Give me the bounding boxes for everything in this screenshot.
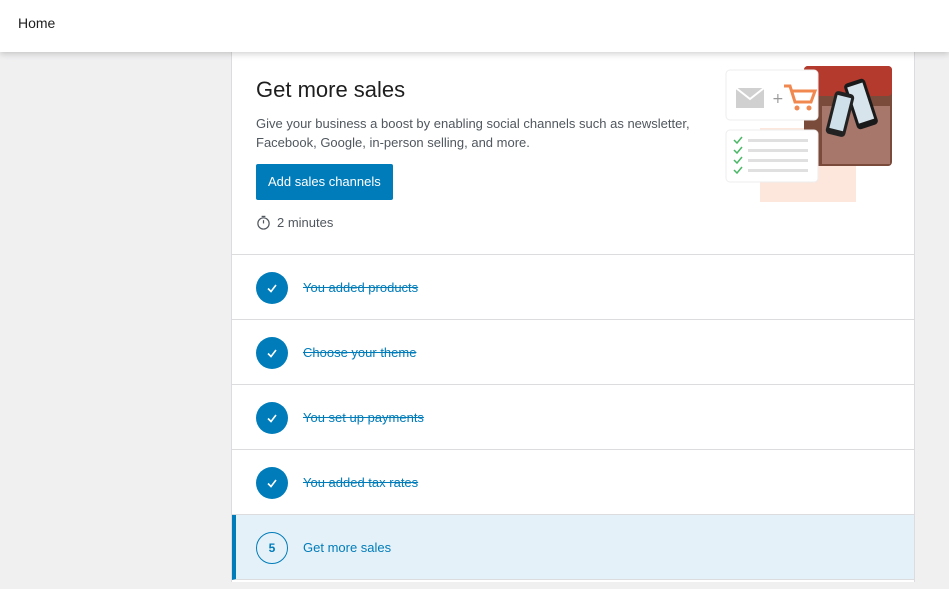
- check-icon: [256, 272, 288, 304]
- task-item-products[interactable]: You added products: [232, 255, 914, 320]
- top-header: Home: [0, 0, 949, 52]
- task-item-theme[interactable]: Choose your theme: [232, 320, 914, 385]
- hero-description: Give your business a boost by enabling s…: [256, 116, 690, 150]
- sales-illustration: +: [725, 66, 892, 202]
- task-hero: Get more sales Give your business a boos…: [232, 52, 914, 255]
- check-icon: [256, 337, 288, 369]
- task-list-card: Get more sales Give your business a boos…: [231, 52, 915, 582]
- task-label: You added tax rates: [303, 475, 419, 490]
- task-item-payments[interactable]: You set up payments: [232, 385, 914, 450]
- task-item-tax[interactable]: You added tax rates: [232, 450, 914, 515]
- add-sales-channels-button[interactable]: Add sales channels: [256, 164, 393, 200]
- hero-title: Get more sales: [256, 77, 406, 102]
- task-label: You added products: [303, 280, 419, 295]
- page-title: Home: [18, 15, 56, 31]
- task-label: Get more sales: [303, 540, 392, 555]
- check-icon: [256, 467, 288, 499]
- check-icon: [256, 402, 288, 434]
- time-estimate: 2 minutes: [256, 215, 333, 230]
- svg-text:+: +: [772, 91, 784, 107]
- task-label: You set up payments: [303, 410, 424, 425]
- task-label: Choose your theme: [303, 345, 417, 360]
- task-item-sales[interactable]: 5 Get more sales: [232, 515, 914, 580]
- time-estimate-label: 2 minutes: [277, 215, 334, 230]
- step-number: 5: [256, 532, 288, 564]
- timer-icon: [257, 215, 270, 230]
